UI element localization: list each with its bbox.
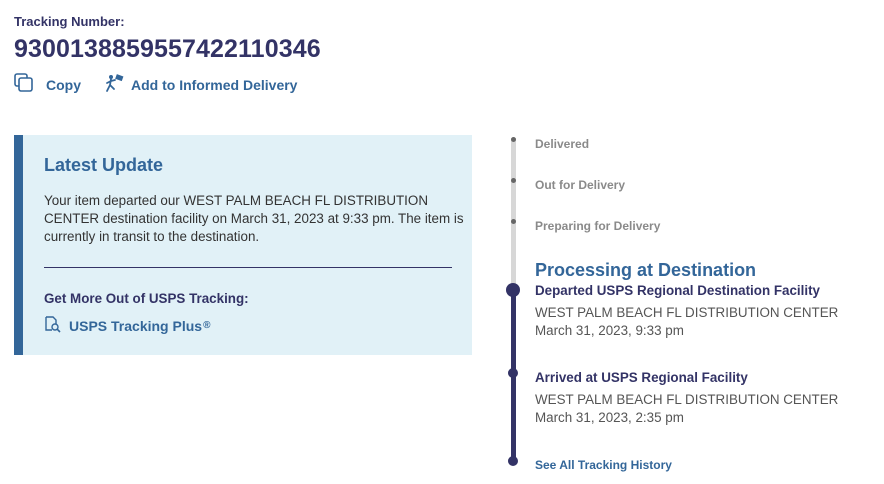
step-delivered: Delivered bbox=[535, 137, 590, 151]
event-dot-current bbox=[506, 283, 520, 297]
event-date: March 31, 2023, 2:35 pm bbox=[535, 410, 684, 425]
see-all-tracking-history-link[interactable]: See All Tracking History bbox=[535, 458, 672, 472]
timeline-pending-track bbox=[511, 138, 516, 288]
step-dot-preparing bbox=[511, 219, 516, 224]
event-dot bbox=[508, 368, 518, 378]
event-title: Departed USPS Regional Destination Facil… bbox=[535, 283, 820, 298]
event-location: WEST PALM BEACH FL DISTRIBUTION CENTER bbox=[535, 305, 839, 320]
step-dot-delivered bbox=[511, 137, 516, 142]
current-status-title: Processing at Destination bbox=[535, 260, 757, 280]
step-out-for-delivery: Out for Delivery bbox=[535, 178, 626, 192]
history-dot bbox=[508, 456, 518, 466]
event-location: WEST PALM BEACH FL DISTRIBUTION CENTER bbox=[535, 392, 839, 407]
event-date: March 31, 2023, 9:33 pm bbox=[535, 323, 684, 338]
step-dot-out-for-delivery bbox=[511, 178, 516, 183]
tracking-timeline: Delivered Out for Delivery Preparing for… bbox=[0, 0, 884, 484]
event-title: Arrived at USPS Regional Facility bbox=[535, 370, 748, 385]
step-preparing-for-delivery: Preparing for Delivery bbox=[535, 219, 661, 233]
